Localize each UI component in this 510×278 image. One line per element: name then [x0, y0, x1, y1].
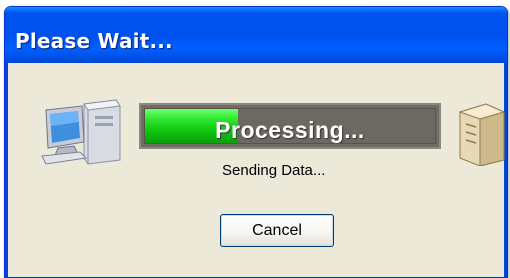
computer-icon	[41, 99, 121, 165]
window-frame-right	[504, 63, 507, 277]
window-title: Please Wait...	[15, 29, 173, 53]
server-icon	[458, 103, 506, 166]
progress-bar: Processing...	[139, 103, 441, 149]
cancel-button[interactable]: Cancel	[220, 214, 334, 247]
status-text: Sending Data...	[222, 162, 326, 179]
title-bar[interactable]: Please Wait...	[5, 7, 507, 63]
window-frame-left	[5, 63, 8, 277]
progress-label: Processing...	[215, 117, 365, 143]
progress-track: Processing...	[144, 108, 436, 144]
